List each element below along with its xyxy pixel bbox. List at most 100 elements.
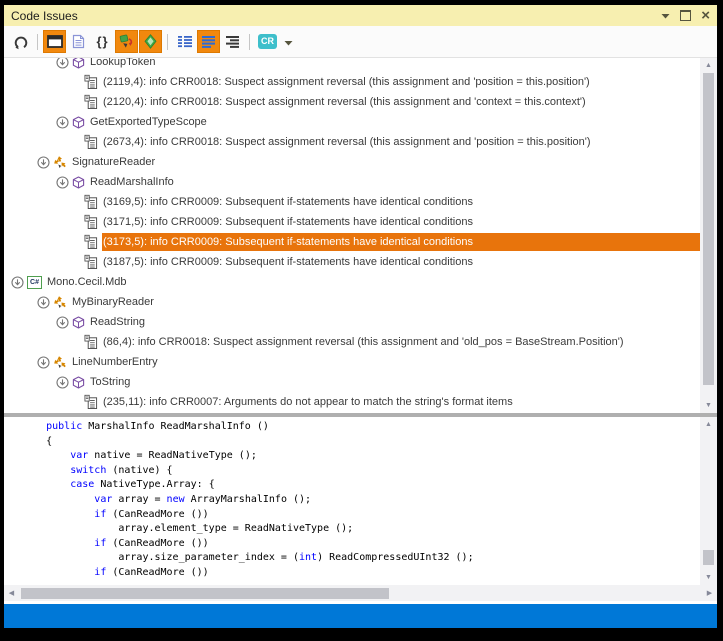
- code-issues-window: Code Issues × {} CR LookupToken(2119,4): …: [4, 5, 717, 627]
- scroll-up-icon[interactable]: ▲: [700, 58, 717, 73]
- code-line: {: [10, 435, 700, 450]
- collapse-icon[interactable]: [37, 356, 50, 369]
- tree-row-issue[interactable]: (235,11): info CRR0007: Arguments do not…: [4, 392, 700, 412]
- collapse-icon[interactable]: [11, 276, 24, 289]
- flat-list-icon: [201, 35, 216, 49]
- tree-row-label: ReadString: [89, 313, 149, 331]
- class-icon: [53, 155, 67, 169]
- tree-row-label: (3173,5): info CRR0009: Subsequent if-st…: [102, 233, 700, 251]
- title-bar-buttons: ×: [661, 10, 710, 21]
- indented-list-button[interactable]: [173, 30, 196, 53]
- collapse-icon[interactable]: [37, 156, 50, 169]
- refresh-button[interactable]: [9, 30, 32, 53]
- issue-icon: [84, 94, 98, 110]
- scroll-right-icon[interactable]: ▶: [702, 586, 717, 601]
- code-line: var native = ReadNativeType ();: [10, 449, 700, 464]
- method-icon: [72, 58, 85, 69]
- scroll-thumb[interactable]: [21, 588, 389, 599]
- scroll-down-icon[interactable]: ▼: [700, 398, 717, 413]
- tree-row-issue[interactable]: (2120,4): info CRR0018: Suspect assignme…: [4, 92, 700, 112]
- tree-row-label: (86,4): info CRR0018: Suspect assignment…: [102, 333, 628, 351]
- code-block-button[interactable]: {}: [91, 30, 114, 53]
- tree-row-label: SignatureReader: [71, 153, 159, 171]
- scroll-down-icon[interactable]: ▼: [700, 570, 717, 585]
- scroll-up-icon[interactable]: ▲: [700, 417, 717, 432]
- refresh-icon: [13, 34, 29, 50]
- window-position-button[interactable]: [661, 13, 670, 19]
- collapse-icon[interactable]: [56, 58, 69, 69]
- method-icon: [72, 316, 85, 329]
- toolbar-separator: [249, 34, 250, 50]
- csharp-project-icon: C#: [27, 276, 42, 289]
- issue-icon: [84, 194, 98, 210]
- toolbar-separator: [167, 34, 168, 50]
- issue-icon: [84, 74, 98, 90]
- code-line: switch (native) {: [10, 464, 700, 479]
- collapse-icon[interactable]: [56, 316, 69, 329]
- issue-icon: [84, 394, 98, 410]
- code-line: if (CanReadMore ()): [10, 537, 700, 552]
- scroll-left-icon[interactable]: ◀: [4, 586, 19, 601]
- tree-row-method[interactable]: ToString: [4, 372, 700, 392]
- tree-row-method[interactable]: ReadString: [4, 312, 700, 332]
- status-bar: [4, 604, 717, 628]
- tree-row-class[interactable]: LineNumberEntry: [4, 352, 700, 372]
- tree-row-issue[interactable]: (3187,5): info CRR0009: Subsequent if-st…: [4, 252, 700, 272]
- tree-row-issue[interactable]: (3169,5): info CRR0009: Subsequent if-st…: [4, 192, 700, 212]
- tree-row-label: LineNumberEntry: [71, 353, 162, 371]
- preview-pane-icon: [47, 35, 63, 48]
- coderush-menu-button[interactable]: CR: [255, 30, 280, 53]
- issue-icon: [84, 214, 98, 230]
- tree-row-issue[interactable]: (86,4): info CRR0018: Suspect assignment…: [4, 332, 700, 352]
- scroll-thumb[interactable]: [703, 73, 714, 385]
- issues-tree-pane: LookupToken(2119,4): info CRR0018: Suspe…: [4, 58, 717, 413]
- right-list-button[interactable]: [221, 30, 244, 53]
- tree-row-label: GetExportedTypeScope: [89, 113, 211, 131]
- chevron-down-icon[interactable]: [284, 33, 293, 51]
- code-preview: public MarshalInfo ReadMarshalInfo () { …: [4, 417, 700, 585]
- close-button[interactable]: ×: [701, 10, 710, 21]
- issues-tree: LookupToken(2119,4): info CRR0018: Suspe…: [4, 58, 700, 413]
- maximize-button[interactable]: [680, 10, 691, 21]
- color-sort-toggle[interactable]: [115, 30, 138, 53]
- method-icon: [72, 376, 85, 389]
- code-line: case NativeType.Array: {: [10, 478, 700, 493]
- maximize-icon: [680, 10, 691, 21]
- indented-list-icon: [177, 35, 193, 49]
- issue-icon: [84, 334, 98, 350]
- collapse-icon[interactable]: [56, 376, 69, 389]
- tree-row-label: (235,11): info CRR0007: Arguments do not…: [102, 393, 517, 411]
- braces-icon: {}: [96, 34, 108, 49]
- tree-row-method[interactable]: ReadMarshalInfo: [4, 172, 700, 192]
- gem-icon: [144, 34, 157, 49]
- code-line: array.element_type = ReadNativeType ();: [10, 522, 700, 537]
- code-line: public MarshalInfo ReadMarshalInfo (): [10, 420, 700, 435]
- severity-filter-toggle[interactable]: [139, 30, 162, 53]
- scroll-track[interactable]: [700, 432, 717, 570]
- tree-row-method[interactable]: LookupToken: [4, 58, 700, 72]
- toolbar-separator: [37, 34, 38, 50]
- scroll-thumb[interactable]: [703, 550, 714, 565]
- tree-row-project[interactable]: C#Mono.Cecil.Mdb: [4, 272, 700, 292]
- collapse-icon[interactable]: [56, 116, 69, 129]
- tree-row-method[interactable]: GetExportedTypeScope: [4, 112, 700, 132]
- tree-row-issue[interactable]: (2673,4): info CRR0018: Suspect assignme…: [4, 132, 700, 152]
- document-view-button[interactable]: [67, 30, 90, 53]
- horizontal-scrollbar[interactable]: ◀ ▶: [4, 585, 717, 601]
- tree-row-class[interactable]: SignatureReader: [4, 152, 700, 172]
- tree-row-issue[interactable]: (3171,5): info CRR0009: Subsequent if-st…: [4, 212, 700, 232]
- collapse-icon[interactable]: [37, 296, 50, 309]
- flat-list-toggle[interactable]: [197, 30, 220, 53]
- tree-row-label: MyBinaryReader: [71, 293, 158, 311]
- collapse-icon[interactable]: [56, 176, 69, 189]
- preview-pane-toggle[interactable]: [43, 30, 66, 53]
- tree-row-label: (3169,5): info CRR0009: Subsequent if-st…: [102, 193, 477, 211]
- title-bar[interactable]: Code Issues ×: [4, 5, 717, 26]
- code-vertical-scrollbar[interactable]: ▲ ▼: [700, 417, 717, 585]
- tree-vertical-scrollbar[interactable]: ▲ ▼: [700, 58, 717, 413]
- tree-row-class[interactable]: MyBinaryReader: [4, 292, 700, 312]
- tree-row-issue[interactable]: (3173,5): info CRR0009: Subsequent if-st…: [4, 232, 700, 252]
- window-title: Code Issues: [11, 9, 78, 23]
- tree-row-issue[interactable]: (2119,4): info CRR0018: Suspect assignme…: [4, 72, 700, 92]
- code-line: var array = new ArrayMarshalInfo ();: [10, 493, 700, 508]
